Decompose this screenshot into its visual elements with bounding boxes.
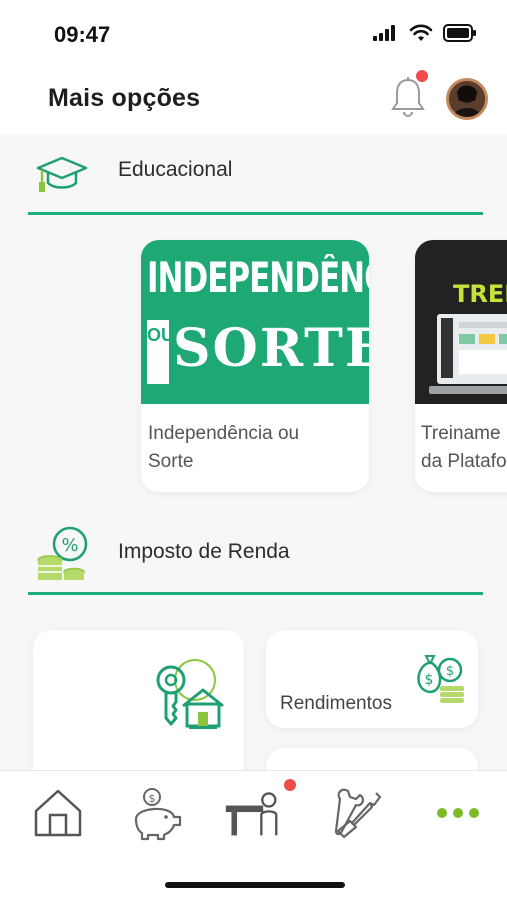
status-icons xyxy=(373,24,477,42)
status-time: 09:47 xyxy=(54,22,111,47)
banner-word: SORTE xyxy=(173,318,369,379)
header: Mais opções xyxy=(0,64,507,134)
section-title: Educacional xyxy=(118,158,233,181)
tools-icon[interactable] xyxy=(330,785,386,841)
laptop-screen xyxy=(437,314,507,384)
section-educacional: Educacional xyxy=(0,134,507,214)
home-indicator xyxy=(165,882,345,888)
home-icon[interactable] xyxy=(30,785,86,841)
key-house-icon xyxy=(156,659,224,729)
laptop-base xyxy=(429,386,507,394)
banner-title: TREIN xyxy=(453,280,507,308)
piggy-bank-icon[interactable]: $ xyxy=(128,785,184,841)
content-area[interactable]: Educacional INDEPENDÊNCIA OU SORTE Indep… xyxy=(0,134,507,770)
wifi-icon xyxy=(409,24,433,41)
banner-title: INDEPENDÊNCIA xyxy=(147,254,369,303)
course-banner: TREIN xyxy=(415,240,507,404)
status-bar: 09:47 xyxy=(0,0,507,64)
imposto-card-partial[interactable] xyxy=(266,748,478,770)
svg-text:$: $ xyxy=(425,672,434,688)
card-caption-line1: Treiname xyxy=(421,423,501,444)
avatar[interactable] xyxy=(446,78,488,120)
card-caption-line2: Sorte xyxy=(148,451,194,472)
imposto-card-rendimentos[interactable]: Rendimentos $ $ xyxy=(266,630,478,728)
coins-percent-icon: % xyxy=(37,526,88,580)
section-title: Imposto de Renda xyxy=(118,540,290,563)
card-caption-line2: da Platafo xyxy=(421,451,507,472)
notification-bell-icon[interactable] xyxy=(388,76,428,120)
svg-text:$: $ xyxy=(149,792,156,805)
page-title: Mais opções xyxy=(48,84,201,112)
banner-connector: OU xyxy=(147,320,174,384)
notification-dot xyxy=(284,779,296,791)
section-imposto-de-renda: % Imposto de Renda xyxy=(0,520,507,600)
money-bag-coins-icon: $ $ xyxy=(417,655,464,703)
desk-person-icon[interactable] xyxy=(224,785,280,841)
graduation-cap-icon xyxy=(36,156,88,192)
course-card-treinamento[interactable]: TREIN Treiname da Platafo xyxy=(415,240,507,492)
card-caption-line1: Independência ou xyxy=(148,423,300,444)
more-dots-icon[interactable] xyxy=(430,785,486,841)
avatar-image xyxy=(449,81,485,117)
svg-text:$: $ xyxy=(446,664,454,679)
section-divider xyxy=(28,592,483,595)
card-caption: Rendimentos xyxy=(280,693,392,714)
course-card-independencia[interactable]: INDEPENDÊNCIA OU SORTE Independência ou … xyxy=(141,240,369,492)
signal-icon xyxy=(373,25,395,41)
notification-dot xyxy=(416,70,428,82)
bottom-nav: $ xyxy=(0,770,507,900)
battery-icon xyxy=(443,24,476,42)
section-divider xyxy=(28,212,483,215)
imposto-card-bens[interactable] xyxy=(33,630,244,770)
course-banner: INDEPENDÊNCIA OU SORTE xyxy=(141,240,369,404)
svg-text:%: % xyxy=(61,535,78,556)
